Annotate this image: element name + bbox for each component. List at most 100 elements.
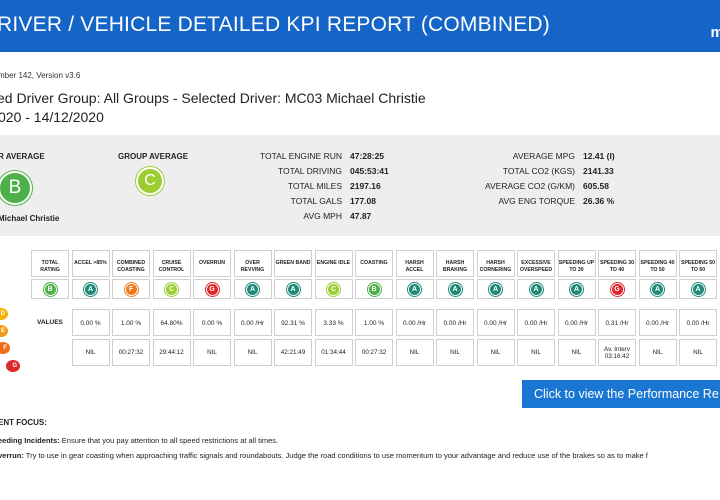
stat-value: 045:53:41	[350, 166, 389, 176]
kpi-extra: NIL	[395, 339, 434, 366]
version-line: mber 142, Version v3.6	[0, 71, 81, 80]
stat-label: AVERAGE MPG	[512, 151, 575, 161]
kpi-extra-line: 03:16:42	[604, 352, 630, 360]
grade-badge: A	[489, 282, 502, 296]
kpi-header: HARSH BRAKING	[436, 250, 474, 277]
stat-value: 177.08	[350, 196, 376, 206]
focus-item-text: Ensure that you pay attention to all spe…	[59, 436, 279, 445]
driver-grade-badge: B	[0, 171, 32, 205]
kpi-value: 0.00 /Hr	[638, 309, 677, 336]
kpi-extra: NIL	[193, 339, 231, 366]
kpi-rating-cell: G	[193, 279, 231, 299]
report-header: RIVER / VEHICLE DETAILED KPI REPORT (COM…	[0, 0, 720, 52]
focus-item-text: Try to use in gear coasting when approac…	[23, 451, 648, 460]
kpi-extra: NIL	[71, 339, 110, 366]
stat-label: TOTAL ENGINE RUN	[259, 151, 342, 161]
grade-badge: B	[367, 282, 381, 296]
focus-item-title: eeding Incidents:	[0, 436, 60, 445]
stat-value: 605.58	[583, 181, 609, 191]
stat-label: TOTAL CO2 (KGS)	[502, 166, 575, 176]
stat-label: TOTAL GALS	[290, 196, 342, 206]
kpi-rating-cell: A	[71, 279, 110, 299]
kpi-rating-cell: C	[314, 279, 353, 299]
kpi-extra: NIL	[436, 339, 474, 366]
kpi-header: HARSH ACCEL	[395, 250, 434, 277]
stat-value: 12.41 (I)	[583, 151, 615, 161]
grade-badge: A	[529, 282, 543, 296]
stat-label: AVG ENG TORQUE	[498, 196, 575, 206]
view-performance-report-button[interactable]: Click to view the Performance Re	[522, 380, 720, 408]
stat-value: 26.36 %	[583, 196, 615, 206]
kpi-header: SPEEDING 30 TO 40	[598, 250, 636, 277]
summary-panel: R AVERAGE B Michael Christie GROUP AVERA…	[0, 135, 720, 236]
kpi-extra: NIL	[233, 339, 272, 366]
grade-badge: A	[691, 282, 705, 296]
kpi-rating-cell: A	[476, 279, 515, 299]
kpi-extra: 00:27:32	[355, 339, 393, 366]
kpi-rating-cell: A	[638, 279, 677, 299]
stat-label: AVERAGE CO2 (G/KM)	[484, 181, 575, 191]
kpi-header: EXCESSIVE OVERSPEED	[517, 250, 555, 277]
kpi-rating-cell: A	[274, 279, 312, 299]
stat-label: AVG MPH	[303, 211, 342, 221]
kpi-header: OVERRUN	[193, 250, 231, 277]
kpi-extra: NIL	[679, 339, 717, 366]
driver-name: Michael Christie	[0, 214, 60, 223]
grade-badge: A	[570, 282, 583, 296]
grade-badge: A	[408, 282, 421, 296]
legend-grade-d: D	[0, 308, 8, 320]
legend-grade-e: E	[0, 325, 8, 337]
kpi-rating-cell: A	[517, 279, 555, 299]
kpi-header: SPEEDING UP TO 30	[557, 250, 596, 277]
kpi-value: 0.00 /Hr	[436, 309, 474, 336]
kpi-rating-cell: A	[233, 279, 272, 299]
kpi-value: 0.00 %	[71, 309, 110, 336]
kpi-extra: Av. Interv 03:16:42	[598, 339, 636, 366]
grade-badge: G	[205, 282, 219, 296]
group-average-label: GROUP AVERAGE	[118, 152, 189, 161]
kpi-extra: NIL	[638, 339, 677, 366]
stat-value: 47.87	[350, 211, 372, 221]
stat-value: 2141.33	[583, 166, 614, 176]
kpi-value: 64.80%	[152, 309, 191, 336]
grade-badge: A	[246, 282, 259, 296]
kpi-value: 0.00 /Hr	[557, 309, 596, 336]
kpi-rating-cell: F	[112, 279, 150, 299]
kpi-rating-cell: A	[557, 279, 596, 299]
grade-badge: A	[286, 282, 300, 296]
brand-logo: mi	[710, 24, 720, 41]
grade-badge: C	[165, 282, 178, 296]
kpi-header: COASTING	[355, 250, 393, 277]
date-range: 020 - 14/12/2020	[0, 109, 104, 125]
kpi-extra: 42:21:49	[274, 339, 312, 366]
kpi-value: 0.00 /Hr	[395, 309, 434, 336]
kpi-rating-cell: A	[679, 279, 717, 299]
report-selection-title: ed Driver Group: All Groups - Selected D…	[0, 90, 426, 106]
kpi-value: 1.00 %	[112, 309, 150, 336]
focus-heading: ENT FOCUS:	[0, 418, 47, 427]
legend-grade-f: F	[0, 342, 10, 354]
kpi-value: 1.00 %	[355, 309, 393, 336]
values-row-label: VALUES	[37, 319, 63, 326]
kpi-extra: NIL	[517, 339, 555, 366]
grade-badge: A	[651, 282, 664, 296]
kpi-rating-cell: A	[436, 279, 474, 299]
kpi-rating-cell: B	[31, 279, 69, 299]
kpi-extra: 29:44:12	[152, 339, 191, 366]
kpi-value: 3.33 %	[314, 309, 353, 336]
kpi-extra: 01:34:44	[314, 339, 353, 366]
stat-value: 2197.16	[350, 181, 381, 191]
kpi-header: ENGINE IDLE	[314, 250, 353, 277]
kpi-value: 0.00 /Hr	[679, 309, 717, 336]
grade-badge: G	[610, 282, 624, 296]
kpi-rating-cell: C	[152, 279, 191, 299]
kpi-value: 92.31 %	[274, 309, 312, 336]
stat-label: TOTAL MILES	[287, 181, 342, 191]
focus-item-title: verrun:	[0, 451, 24, 460]
kpi-header: SPEEDING 40 TO 50	[638, 250, 677, 277]
grade-badge: A	[448, 282, 462, 296]
kpi-header: TOTAL RATING	[31, 250, 69, 277]
report-title-banner: RIVER / VEHICLE DETAILED KPI REPORT (COM…	[0, 13, 550, 36]
kpi-rating-cell: A	[395, 279, 434, 299]
group-grade-badge: C	[136, 167, 164, 195]
